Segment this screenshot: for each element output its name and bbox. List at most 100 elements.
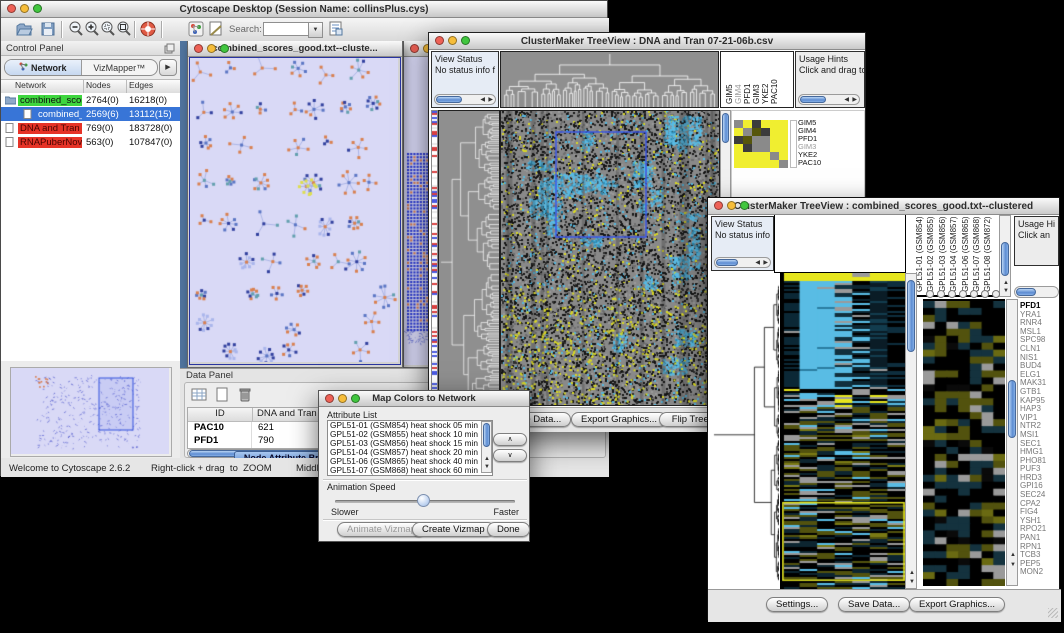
dna-gene-dendrogram[interactable] <box>438 110 500 406</box>
dna-column-label[interactable]: PAC10 <box>770 79 779 104</box>
scroll-right-icon[interactable]: ▶ <box>763 260 768 266</box>
minimize-button[interactable] <box>338 394 347 403</box>
dna-row-label[interactable]: PAC10 <box>798 159 821 167</box>
matrix-cell[interactable] <box>752 152 761 160</box>
minimize-button[interactable] <box>207 44 216 53</box>
combined-column-tree-area[interactable] <box>774 215 906 273</box>
dna-column-label[interactable]: GIM5 <box>725 84 734 104</box>
view-status-hscrollbar[interactable]: ◀ ▶ <box>714 257 771 268</box>
treeview-combined-titlebar[interactable]: ClusterMaker TreeView : combined_scores_… <box>708 198 1059 215</box>
main-titlebar[interactable]: Cytoscape Desktop (Session Name: collins… <box>1 1 607 18</box>
matrix-cell[interactable] <box>743 136 752 144</box>
view-status-hscrollbar[interactable]: ◀ ▶ <box>434 94 496 105</box>
zoom-button[interactable] <box>461 36 470 45</box>
matrix-cell[interactable] <box>743 120 752 128</box>
combined-column-label[interactable]: GPL51-07 (GSM868) <box>972 216 981 292</box>
dna-heatmap[interactable] <box>500 110 720 406</box>
minimize-button[interactable] <box>727 201 736 210</box>
combined-gene-label[interactable]: MON2 <box>1020 568 1060 577</box>
matrix-cell[interactable] <box>761 128 770 136</box>
scroll-right-icon[interactable]: ▶ <box>488 97 493 103</box>
vizmap-icon[interactable] <box>187 20 205 38</box>
zoom-button[interactable] <box>220 44 229 53</box>
matrix-cell[interactable] <box>779 160 788 168</box>
move-up-button[interactable]: ∧ <box>493 433 527 446</box>
combined-button-settings-[interactable]: Settings... <box>766 597 828 612</box>
matrix-cell[interactable] <box>770 160 779 168</box>
attribute-list-item[interactable]: GPL51-07 (GSM868) heat shock 60 min <box>330 466 492 475</box>
matrix-cell[interactable] <box>770 120 779 128</box>
search-dropdown-button[interactable]: ▼ <box>308 22 323 38</box>
scroll-down-icon[interactable]: ▼ <box>484 464 490 470</box>
close-button[interactable] <box>194 44 203 53</box>
combined-gene-dendrogram[interactable] <box>711 283 779 583</box>
matrix-cell[interactable] <box>734 128 743 136</box>
scroll-left-icon[interactable]: ◀ <box>755 260 760 266</box>
matrix-cell[interactable] <box>743 152 752 160</box>
dialog-button-done[interactable]: Done <box>487 522 530 537</box>
network-list-row[interactable]: DNA and Tran 07769(0)183728(0) <box>1 121 180 135</box>
close-button[interactable] <box>7 4 16 13</box>
dna-button-export-graphics-[interactable]: Export Graphics... <box>571 412 667 427</box>
slider-thumb[interactable] <box>417 494 430 507</box>
treeview-dna-titlebar[interactable]: ClusterMaker TreeView : DNA and Tran 07-… <box>429 33 865 50</box>
combined-column-label[interactable]: GPL51-04 (GSM857) <box>949 216 958 292</box>
dialog-button-create-vizmap[interactable]: Create Vizmap <box>412 522 495 537</box>
dialog-titlebar[interactable]: Map Colors to Network <box>319 391 529 407</box>
matrix-cell[interactable] <box>779 152 788 160</box>
dna-similarity-matrix[interactable] <box>734 120 788 168</box>
scroll-down-icon[interactable]: ▼ <box>909 579 915 585</box>
dna-column-dendrogram[interactable] <box>500 51 719 108</box>
usage-hints-hscrollbar[interactable]: ◀ ▶ <box>798 94 860 105</box>
matrix-cell[interactable] <box>734 120 743 128</box>
combined-heatmap-vscrollbar[interactable]: ▲ ▼ <box>905 273 917 589</box>
zoom-vscrollbar[interactable]: ▲ ▼ <box>1006 299 1018 586</box>
matrix-cell[interactable] <box>779 128 788 136</box>
close-button[interactable] <box>410 44 419 53</box>
dna-column-label[interactable]: GIM3 <box>752 84 761 104</box>
close-button[interactable] <box>325 394 334 403</box>
matrix-cell[interactable] <box>770 152 779 160</box>
zoom-button[interactable] <box>33 4 42 13</box>
matrix-cell[interactable] <box>734 152 743 160</box>
matrix-cell[interactable] <box>770 136 779 144</box>
combined-button-save-data-[interactable]: Save Data... <box>838 597 910 612</box>
open-file-icon[interactable] <box>15 20 33 38</box>
network-list-row[interactable]: RNAPuberNov2+|563(0)107847(0) <box>1 135 180 149</box>
matrix-cell[interactable] <box>761 152 770 160</box>
combined-column-vscrollbar[interactable]: ▲ ▼ <box>999 215 1011 297</box>
close-button[interactable] <box>435 36 444 45</box>
combined-usage-hscrollbar[interactable] <box>1014 286 1059 298</box>
new-attribute-icon[interactable] <box>213 386 231 404</box>
window-controls[interactable] <box>7 4 42 13</box>
attribute-list[interactable]: GPL51-01 (GSM854) heat shock 05 minGPL51… <box>327 420 493 476</box>
matrix-cell[interactable] <box>752 136 761 144</box>
matrix-cell[interactable] <box>752 128 761 136</box>
matrix-cell[interactable] <box>770 144 779 152</box>
matrix-cell[interactable] <box>779 136 788 144</box>
combined-column-label[interactable]: GPL51-08 (GSM872) <box>983 216 992 292</box>
move-down-button[interactable]: ∨ <box>493 449 527 462</box>
close-button[interactable] <box>714 201 723 210</box>
dna-column-label[interactable]: YKE2 <box>761 84 770 104</box>
network-overview-panel[interactable] <box>10 367 172 457</box>
matrix-cell[interactable] <box>761 136 770 144</box>
scroll-right-icon[interactable]: ▶ <box>852 97 857 103</box>
scroll-up-icon[interactable]: ▲ <box>909 570 915 576</box>
network-list-row[interactable]: combined_sco2569(6)13112(15) <box>1 107 180 121</box>
table-grid-icon[interactable] <box>190 386 208 404</box>
scroll-up-icon[interactable]: ▲ <box>1003 280 1009 286</box>
combined-column-label[interactable]: GPL51-06 (GSM865) <box>961 216 970 292</box>
annotation-icon[interactable] <box>207 20 225 38</box>
dna-column-label[interactable]: PFD1 <box>743 84 752 104</box>
help-lifering-icon[interactable] <box>139 20 157 38</box>
save-icon[interactable] <box>39 20 57 38</box>
matrix-cell[interactable] <box>752 120 761 128</box>
matrix-cell[interactable] <box>734 144 743 152</box>
matrix-cell[interactable] <box>734 160 743 168</box>
scroll-up-icon[interactable]: ▲ <box>484 456 490 462</box>
matrix-cell[interactable] <box>752 144 761 152</box>
matrix-cell[interactable] <box>743 144 752 152</box>
matrix-cell[interactable] <box>761 144 770 152</box>
matrix-cell[interactable] <box>743 128 752 136</box>
